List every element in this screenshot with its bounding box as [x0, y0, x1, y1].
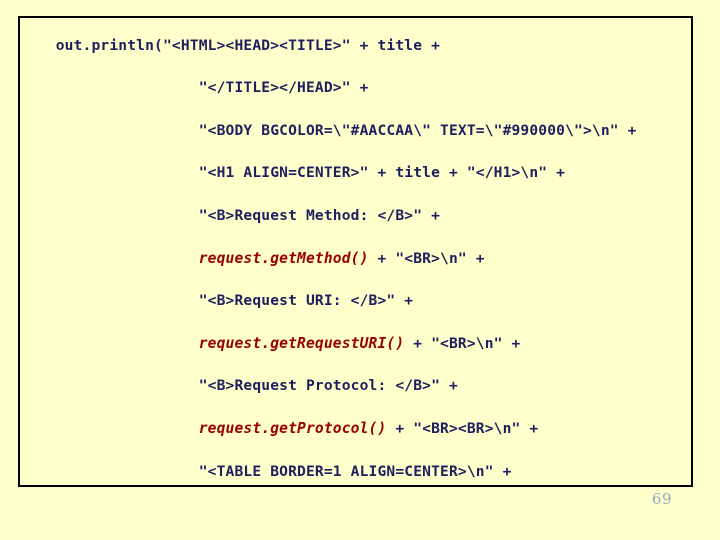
code-text: + "<BR>\n" + [368, 249, 485, 267]
code-line: request.getProtocol() + "<BR><BR>\n" + [20, 418, 691, 439]
code-text: + "<BR><BR>\n" + [386, 419, 539, 437]
code-line: request.getMethod() + "<BR>\n" + [20, 248, 691, 269]
code-text: + "<BR>\n" + [404, 334, 521, 352]
code-line: out.println("<HTML><HEAD><TITLE>" + titl… [20, 35, 691, 56]
code-line: "</TITLE></HEAD>" + [20, 77, 691, 98]
code-line: "<H1 ALIGN=CENTER>" + title + "</H1>\n" … [20, 162, 691, 183]
code-method-call: request.getRequestURI() [198, 334, 405, 352]
code-line: "<B>Request URI: </B>" + [20, 290, 691, 311]
code-line: "<TABLE BORDER=1 ALIGN=CENTER>\n" + [20, 461, 691, 482]
code-text: "<B>Request Protocol: </B>" + [198, 377, 458, 395]
code-text: out.println("<HTML><HEAD><TITLE>" + titl… [55, 36, 441, 54]
code-text: "<TABLE BORDER=1 ALIGN=CENTER>\n" + [198, 462, 512, 480]
slide-canvas: out.println("<HTML><HEAD><TITLE>" + titl… [0, 0, 720, 540]
code-text: "<B>Request URI: </B>" + [198, 292, 414, 310]
code-text: "</TITLE></HEAD>" + [198, 79, 369, 97]
page-number: 69 [651, 490, 672, 508]
code-method-call: request.getMethod() [198, 249, 369, 267]
code-line: "<BODY BGCOLOR=\"#AACCAA\" TEXT=\"#99000… [20, 120, 691, 141]
code-line: "<B>Request Protocol: </B>" + [20, 375, 691, 396]
code-text: "<H1 ALIGN=CENTER>" + title + "</H1>\n" … [198, 164, 566, 182]
code-line: request.getRequestURI() + "<BR>\n" + [20, 333, 691, 354]
code-line: "<B>Request Method: </B>" + [20, 205, 691, 226]
code-text: "<BODY BGCOLOR=\"#AACCAA\" TEXT=\"#99000… [198, 121, 637, 139]
code-text: "<B>Request Method: </B>" + [198, 206, 441, 224]
code-method-call: request.getProtocol() [198, 419, 387, 437]
java-code-listing: out.println("<HTML><HEAD><TITLE>" + titl… [20, 33, 691, 485]
code-frame: out.println("<HTML><HEAD><TITLE>" + titl… [18, 16, 693, 487]
